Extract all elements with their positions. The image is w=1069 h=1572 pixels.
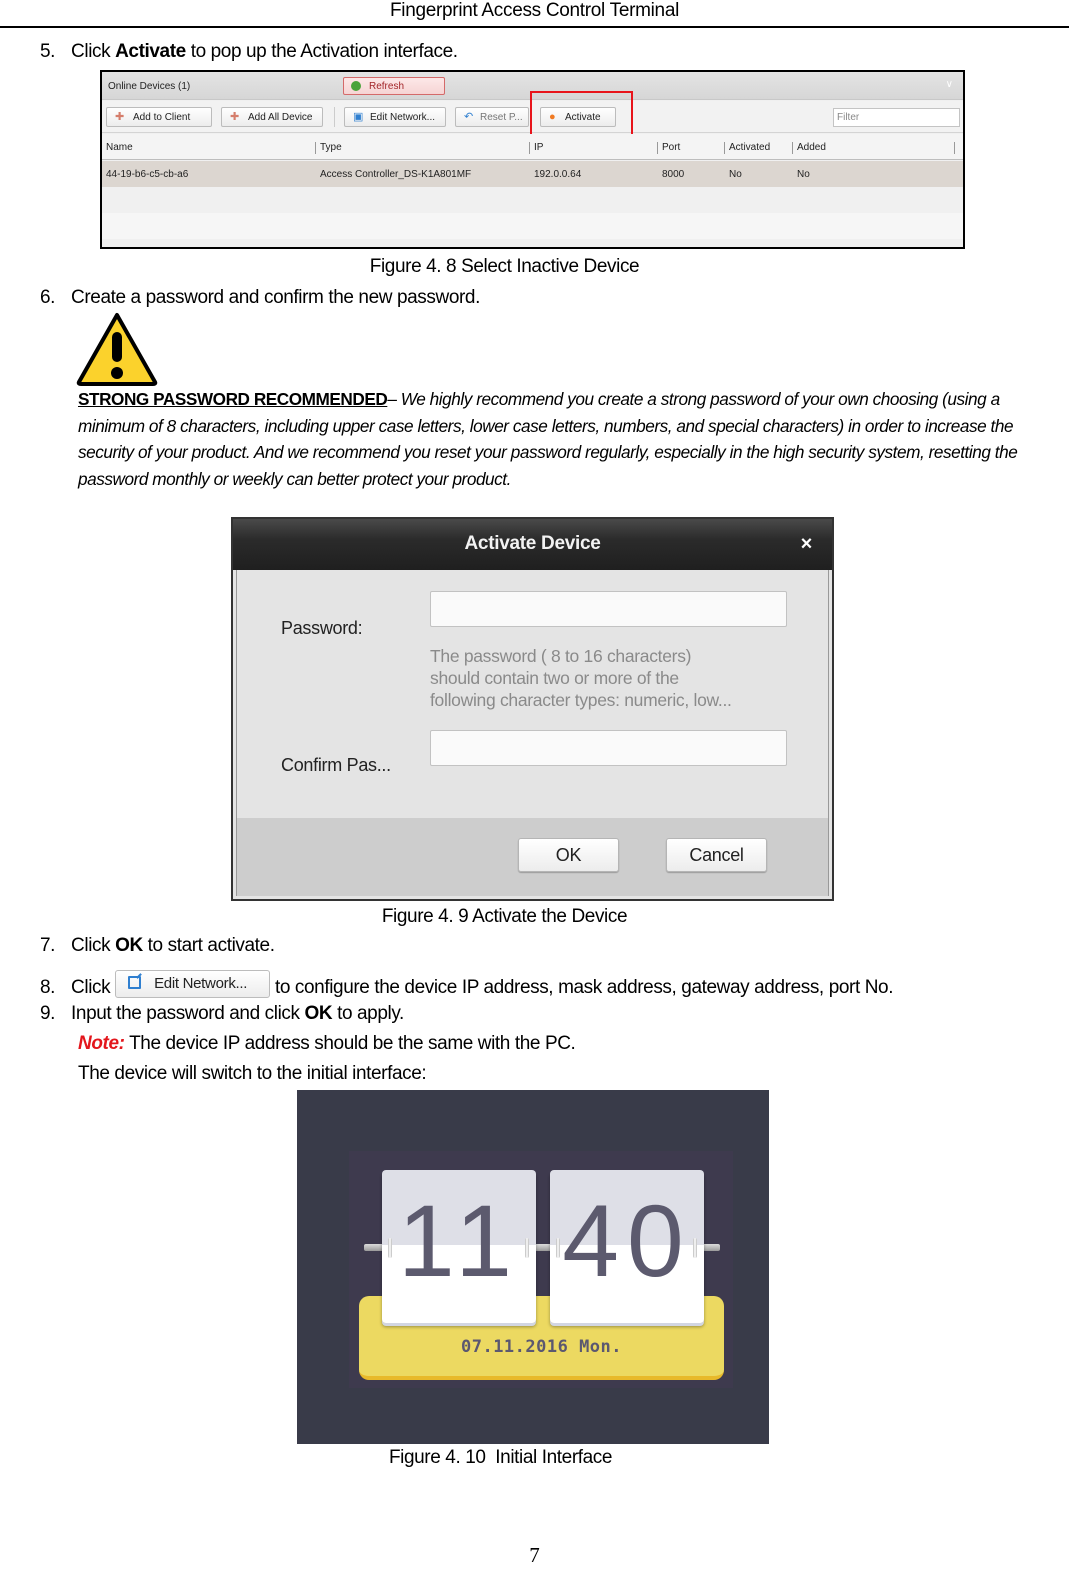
column-header[interactable]: IP <box>534 142 543 153</box>
cell-type: Access Controller_DS-K1A801MF <box>320 169 472 180</box>
cell-added: No <box>797 169 810 180</box>
step-number: 5. <box>40 41 56 62</box>
column-divider <box>724 142 725 154</box>
password-label: Password: <box>281 618 363 638</box>
plus-icon: ✚ <box>115 111 125 123</box>
edit-network-button-image: Edit Network... <box>115 970 271 998</box>
warning-paragraph: STRONG PASSWORD RECOMMENDED– We highly r… <box>78 389 1018 489</box>
figure-caption: Figure 4. 8 Select Inactive Device <box>369 256 640 277</box>
edit-icon: ▣ <box>353 111 364 123</box>
minutes-text: 40 <box>562 1184 692 1298</box>
edit-icon <box>128 976 142 989</box>
figure-caption: Figure 4. 9 Activate the Device <box>381 906 628 927</box>
plus-icon: ✚ <box>230 111 240 123</box>
bold-term: OK <box>115 935 143 956</box>
password-hint: The password ( 8 to 16 characters) shoul… <box>430 646 732 710</box>
online-devices-panel: Online Devices (1) Refresh ∨ ✚ Add to Cl… <box>100 70 965 249</box>
hours-text: 11 <box>398 1184 520 1298</box>
dialog-titlebar: Activate Device × <box>233 519 832 570</box>
note-line: Note: The device IP address should be th… <box>78 1033 576 1054</box>
step-8: 8. Click Edit Network... to configure the… <box>40 970 893 999</box>
step-6: 6. Create a password and confirm the new … <box>40 287 480 308</box>
bold-term: OK <box>304 1003 333 1024</box>
dialog-title: Activate Device <box>464 533 601 554</box>
refresh-icon <box>351 81 361 91</box>
empty-row <box>102 213 963 239</box>
close-icon[interactable]: × <box>801 533 813 556</box>
date-text: 07.11.2016 Mon. <box>460 1337 623 1357</box>
undo-icon: ↶ <box>464 111 474 123</box>
cell-activated: No <box>729 169 742 180</box>
step-7: 7. Click OK to start activate. <box>40 935 275 956</box>
add-to-client-button[interactable]: ✚ Add to Client <box>106 107 212 127</box>
step-number: 6. <box>40 287 56 308</box>
dialog-body: Password: The password ( 8 to 16 charact… <box>236 570 829 818</box>
toolbar-divider <box>334 107 335 127</box>
reset-password-button[interactable]: ↶ Reset P... <box>455 107 529 127</box>
confirm-password-input[interactable] <box>430 730 787 766</box>
column-header[interactable]: Added <box>797 142 826 153</box>
card-ring <box>388 1238 392 1258</box>
table-header: Name Type IP Port Activated Added <box>102 134 963 160</box>
warning-triangle-icon <box>76 313 158 386</box>
note-label: Note: <box>78 1033 125 1054</box>
page-number: 7 <box>529 1543 540 1567</box>
warning-heading: STRONG PASSWORD RECOMMENDED <box>78 389 388 409</box>
panel-title: Online Devices (1) <box>108 81 191 92</box>
cell-name: 44-19-b6-c5-cb-a6 <box>106 169 189 180</box>
filter-input[interactable]: Filter <box>833 108 960 127</box>
password-input[interactable] <box>430 591 787 627</box>
cell-ip: 192.0.0.64 <box>534 169 582 180</box>
cancel-button[interactable]: Cancel <box>666 838 767 872</box>
double-chevron-down-icon[interactable]: ∨ <box>946 79 953 90</box>
step-number: 8. <box>40 977 56 998</box>
step-9: 9. Input the password and click OK to app… <box>40 1003 404 1024</box>
minute-card: 40 <box>550 1170 704 1323</box>
card-ring <box>556 1238 560 1258</box>
cell-port: 8000 <box>662 169 685 180</box>
column-header[interactable]: Name <box>106 142 133 153</box>
dialog-footer: OK Cancel <box>236 818 829 896</box>
document-header: Fingerprint Access Control Terminal <box>389 0 680 21</box>
step-number: 9. <box>40 1003 56 1024</box>
initial-interface-screen: 07.11.2016 Mon. 11 40 <box>297 1090 769 1444</box>
switch-text: The device will switch to the initial in… <box>78 1063 427 1084</box>
figure-caption: Figure 4. 10 Initial Interface <box>388 1447 613 1468</box>
column-header[interactable]: Activated <box>729 142 770 153</box>
step-5: 5. Click Activate to pop up the Activatio… <box>40 41 458 62</box>
column-divider <box>954 142 955 154</box>
hour-card: 11 <box>382 1170 536 1323</box>
card-ring <box>693 1238 697 1258</box>
table-row[interactable]: 44-19-b6-c5-cb-a6 Access Controller_DS-K… <box>102 161 963 187</box>
add-all-device-button[interactable]: ✚ Add All Device <box>221 107 323 127</box>
bold-term: Activate <box>115 41 186 62</box>
empty-row <box>102 187 963 213</box>
header-rule <box>0 26 1069 28</box>
column-divider <box>315 142 316 154</box>
confirm-password-label: Confirm Pas... <box>281 755 391 775</box>
activate-device-dialog: Activate Device × Password: The password… <box>231 517 834 901</box>
column-divider <box>657 142 658 154</box>
column-header[interactable]: Type <box>320 142 342 153</box>
step-number: 7. <box>40 935 56 956</box>
column-divider <box>529 142 530 154</box>
refresh-button[interactable]: Refresh <box>343 77 445 95</box>
column-header[interactable]: Port <box>662 142 680 153</box>
card-ring <box>525 1238 529 1258</box>
edit-network-button[interactable]: ▣ Edit Network... <box>344 107 446 127</box>
column-divider <box>792 142 793 154</box>
ok-button[interactable]: OK <box>518 838 619 872</box>
